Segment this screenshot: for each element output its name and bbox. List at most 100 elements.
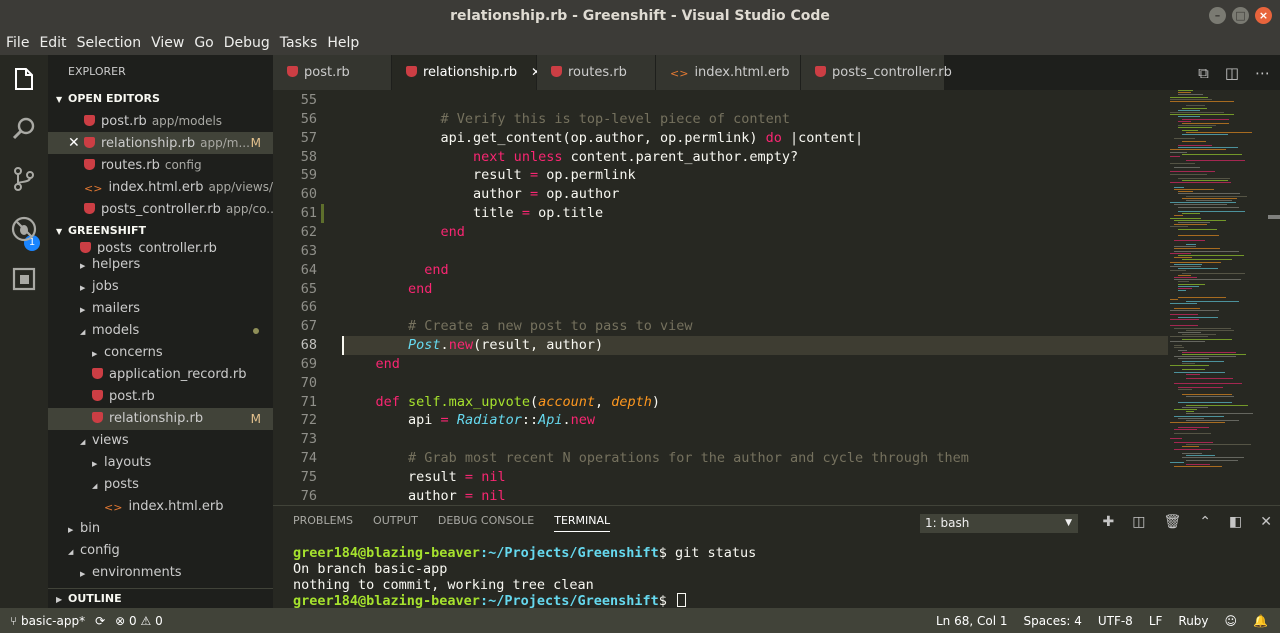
panel-tab-output[interactable]: OUTPUT [373,514,418,532]
tree-item[interactable]: ▶ mailers [48,298,273,320]
close-window-icon[interactable]: × [1255,7,1272,24]
line-number-gutter: 55 56 57 58 59 60 61 62 63 64 65 66 67 68 69 70 71 72 73 74… [273,90,333,505]
panel-tab-terminal[interactable]: TERMINAL [554,514,611,532]
line-ending[interactable]: LF [1149,614,1163,628]
terminal-output[interactable]: greer184@blazing-beaver:~/Projects/Green… [293,545,756,609]
menu-edit[interactable]: Edit [37,35,72,51]
minimap-line [1174,224,1208,226]
code-content[interactable]: # Verify this is top-level piece of cont… [342,90,1203,505]
tree-item[interactable]: ◢ views [48,430,273,452]
feedback-smiley-icon[interactable]: ☺ [1225,614,1238,628]
minimize-icon[interactable]: – [1209,7,1226,24]
minimap-line [1182,153,1243,155]
tab-posts_controller-rb[interactable]: posts_controller.rb [801,55,952,90]
explorer-sidebar: EXPLORER ▼ OPEN EDITORS post.rb app/models… [48,55,273,608]
tree-item[interactable]: ▶ layouts [48,452,273,474]
extensions-icon[interactable] [10,265,38,293]
minimap-line [1182,129,1198,131]
more-actions-icon[interactable]: ⋯ [1255,64,1270,82]
code-editor[interactable]: 55 56 57 58 59 60 61 62 63 64 65 66 67 68 69 70 71 72 73 74… [273,90,1280,505]
language-mode[interactable]: Ruby [1178,614,1208,628]
menu-view[interactable]: View [149,35,190,51]
line-number: 69 [300,355,317,372]
tree-item[interactable]: ▶ helpers [48,254,273,276]
outline-header[interactable]: ▶ OUTLINE [48,588,273,608]
sync-icon[interactable]: ⟳ [95,614,105,628]
menu-debug[interactable]: Debug [222,35,276,51]
tree-item[interactable]: <> index.html.erb [48,496,273,518]
maximize-panel-icon[interactable]: ◧ [1229,514,1242,530]
tab-relationship-rb[interactable]: relationship.rb✕ [392,55,541,90]
menu-file[interactable]: File [4,35,35,51]
tree-item[interactable]: relationship.rb M [48,408,273,430]
minimap-line [1174,167,1200,168]
minimap-line [1174,248,1220,250]
indentation[interactable]: Spaces: 4 [1024,614,1082,628]
minimap-line [1182,197,1238,199]
chevron-right-icon: ▶ [92,350,98,358]
panel-tab-problems[interactable]: PROBLEMS [293,514,353,532]
menu-tasks[interactable]: Tasks [278,35,324,51]
scrollbar-thumb[interactable] [1268,215,1280,219]
tab-routes-rb[interactable]: routes.rb [537,55,656,90]
open-editors-header[interactable]: ▼ OPEN EDITORS [48,88,273,110]
minimap-line [1174,448,1211,450]
ruby-file-icon [287,66,298,77]
menu-selection[interactable]: Selection [75,35,148,51]
line-number: 65 [300,280,317,297]
tree-item-label: relationship.rb [109,411,204,426]
minimap-line [1170,299,1179,300]
chevron-up-icon[interactable]: ⌃ [1199,514,1211,530]
split-terminal-icon[interactable]: ◫ [1132,514,1145,530]
branch-indicator[interactable]: ⑂ basic-app* [10,614,85,628]
open-editor-item[interactable]: routes.rb config [48,154,273,176]
menu-help[interactable]: Help [325,35,365,51]
menu-bar: File Edit Selection View Go Debug Tasks Help [0,31,1280,55]
menu-go[interactable]: Go [192,35,219,51]
tab-post-rb[interactable]: post.rb [273,55,392,90]
project-header[interactable]: ▼ GREENSHIFT [48,220,273,242]
open-editor-item[interactable]: ✕ relationship.rb app/m... M [48,132,273,154]
line-number: 71 [300,393,317,410]
tree-item[interactable]: post.rb [48,386,273,408]
minimap-line [1178,228,1217,230]
encoding[interactable]: UTF-8 [1098,614,1133,628]
tab-index-html-erb[interactable]: <> index.html.erb [656,55,801,90]
open-changes-icon[interactable]: ⧉ [1198,64,1209,82]
line-number: 63 [300,242,317,259]
debug-icon[interactable] [10,215,38,243]
explorer-icon[interactable] [10,65,38,93]
split-editor-icon[interactable]: ◫ [1225,64,1239,82]
notifications-bell-icon[interactable]: 🔔 [1253,614,1268,628]
tree-item[interactable]: ◢ config [48,540,273,562]
file-name: index.html.erb [108,180,204,195]
minimap[interactable] [1168,90,1268,505]
close-icon[interactable]: ✕ [68,132,80,154]
tree-item[interactable]: ◢ models [48,320,273,342]
new-terminal-icon[interactable]: ✚ [1103,514,1115,530]
tree-item[interactable]: application_record.rb [48,364,273,386]
panel-tab-debug-console[interactable]: DEBUG CONSOLE [438,514,534,532]
cursor-position[interactable]: Ln 68, Col 1 [936,614,1008,628]
terminal-select[interactable]: 1: bash ▼ [920,514,1078,533]
open-editor-item[interactable]: <> index.html.erb app/views/p... [48,176,273,198]
trash-icon[interactable]: 🗑 [1164,514,1182,530]
tree-item[interactable]: ◢ posts [48,474,273,496]
problems-indicator[interactable]: ⊗ 0 ⚠ 0 [115,614,163,628]
tree-item[interactable]: ▶ environments [48,562,273,584]
tree-item[interactable]: posts_controller.rb [48,242,273,254]
source-control-icon[interactable] [10,165,38,193]
tree-item[interactable]: ▶ jobs [48,276,273,298]
open-editor-item[interactable]: post.rb app/models [48,110,273,132]
file-path: app/views/p... [208,180,273,194]
open-editor-item[interactable]: posts_controller.rb app/co... [48,198,273,220]
html-file-icon: <> [670,67,689,80]
tree-item[interactable]: ▶ bin [48,518,273,540]
search-icon[interactable] [10,115,38,143]
maximize-icon[interactable]: □ [1232,7,1249,24]
bottom-panel: PROBLEMS OUTPUT DEBUG CONSOLE TERMINAL 1: b… [273,505,1280,609]
minimap-line [1182,107,1207,109]
close-panel-icon[interactable]: ✕ [1260,514,1272,530]
tree-item[interactable]: ▶ concerns [48,342,273,364]
editor-scrollbar[interactable] [1268,90,1280,505]
